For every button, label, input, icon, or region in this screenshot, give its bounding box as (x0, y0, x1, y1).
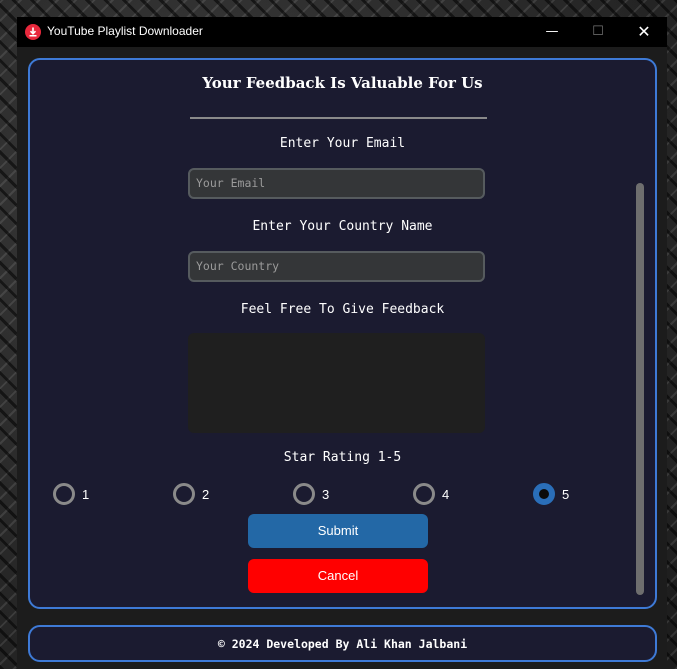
radio-circle[interactable] (293, 483, 315, 505)
footer-credit: © 2024 Developed By Ali Khan Jalbani (217, 637, 468, 651)
rating-option-label: 5 (562, 487, 570, 502)
feedback-label: Feel Free To Give Feedback (240, 302, 445, 317)
country-label: Enter Your Country Name (252, 219, 433, 234)
rating-option-label: 4 (442, 487, 450, 502)
minimize-button[interactable]: — (529, 17, 575, 47)
title-bar: YouTube Playlist Downloader — ☐ ✕ (17, 17, 667, 47)
email-label: Enter Your Email (279, 136, 406, 151)
country-input[interactable]: Your Country (188, 251, 485, 282)
close-button[interactable]: ✕ (621, 17, 667, 47)
form-heading: Your Feedback Is Valuable For Us (202, 74, 483, 92)
rating-option-label: 3 (322, 487, 330, 502)
rating-label: Star Rating 1-5 (283, 450, 402, 465)
cancel-button[interactable]: Cancel (248, 559, 428, 593)
rating-option-label: 2 (202, 487, 210, 502)
feedback-textarea[interactable] (188, 333, 485, 433)
radio-circle-selected[interactable] (533, 483, 555, 505)
download-app-icon (25, 24, 41, 40)
heading-divider (190, 117, 487, 119)
footer-panel: © 2024 Developed By Ali Khan Jalbani (28, 625, 657, 662)
radio-circle[interactable] (53, 483, 75, 505)
window-title: YouTube Playlist Downloader (47, 24, 203, 38)
submit-button[interactable]: Submit (248, 514, 428, 548)
email-input[interactable]: Your Email (188, 168, 485, 199)
scrollbar[interactable] (636, 183, 644, 595)
rating-option-label: 1 (82, 487, 90, 502)
maximize-button[interactable]: ☐ (575, 17, 621, 47)
feedback-form-panel: Your Feedback Is Valuable For Us Enter Y… (28, 58, 657, 609)
radio-circle[interactable] (413, 483, 435, 505)
radio-circle[interactable] (173, 483, 195, 505)
